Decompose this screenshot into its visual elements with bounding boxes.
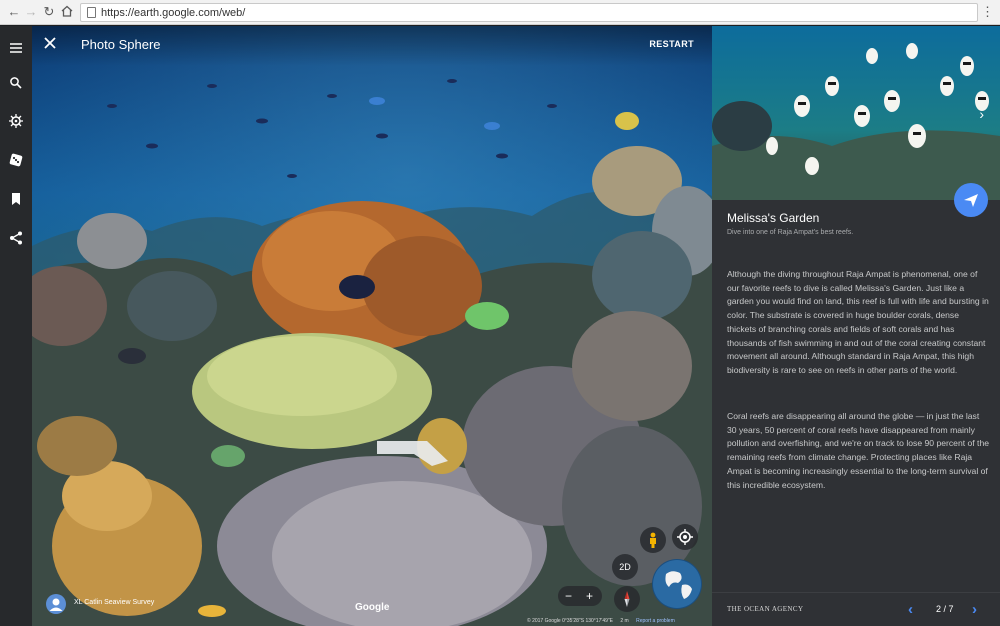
copyright-text: © 2017 Google: [527, 618, 561, 624]
photo-sphere-viewer[interactable]: Photo Sphere RESTART XL Catlin Seaview S…: [32, 26, 712, 626]
zoom-out-button[interactable]: −: [558, 586, 579, 606]
ocean-agency-logo: THE OCEAN AGENCY: [727, 605, 804, 613]
contributor-avatar[interactable]: [46, 594, 66, 614]
reef-panorama: [32, 26, 712, 626]
zoom-control: − +: [558, 586, 602, 606]
page-icon: [87, 7, 96, 18]
story-paragraph: Coral reefs are disappearing all around …: [727, 411, 990, 490]
hamburger-menu-icon[interactable]: [6, 38, 26, 58]
restart-button[interactable]: RESTART: [649, 39, 694, 49]
story-paragraph: Although the diving throughout Raja Ampa…: [727, 269, 989, 375]
story-title: Melissa's Garden: [727, 211, 820, 225]
browser-toolbar: ← → ↻ https://earth.google.com/web/ ⋮: [0, 0, 1000, 25]
scale-text: 2 m: [620, 618, 629, 624]
viewer-title: Photo Sphere: [81, 37, 161, 52]
close-icon[interactable]: [42, 35, 58, 51]
kebab-menu-icon[interactable]: ⋮: [981, 4, 994, 20]
previous-slide-icon[interactable]: ‹: [908, 601, 913, 618]
contributor-name[interactable]: XL Catlin Seaview Survey: [74, 599, 154, 606]
url-text: https://earth.google.com/web/: [101, 7, 246, 19]
page-indicator: 2 / 7: [936, 604, 954, 614]
home-icon[interactable]: [59, 4, 75, 20]
search-icon[interactable]: [6, 73, 26, 93]
compass-icon[interactable]: [614, 586, 640, 612]
forward-icon[interactable]: →: [23, 4, 39, 20]
globe-minimap-icon[interactable]: [652, 559, 702, 609]
share-icon[interactable]: [6, 228, 26, 248]
dice-icon[interactable]: [6, 150, 26, 170]
send-icon[interactable]: [954, 183, 988, 217]
coordinates-text: 0°35'28"S 130°17'49"E: [562, 618, 613, 624]
zoom-in-button[interactable]: +: [579, 586, 600, 606]
pegman-icon[interactable]: [640, 527, 666, 553]
voyager-wheel-icon[interactable]: [6, 111, 26, 131]
next-slide-icon[interactable]: ›: [972, 601, 977, 618]
report-problem-link[interactable]: Report a problem: [636, 618, 675, 624]
back-icon[interactable]: ←: [6, 4, 22, 20]
2d-toggle-button[interactable]: 2D: [612, 554, 638, 580]
bookmark-icon[interactable]: [6, 189, 26, 209]
hero-next-icon[interactable]: ›: [979, 106, 984, 122]
story-footer: THE OCEAN AGENCY ‹ 2 / 7 ›: [712, 592, 1000, 626]
story-hero-image: [712, 26, 1000, 200]
story-panel: › Melissa's Garden Dive into one of Raja…: [712, 26, 1000, 626]
address-bar[interactable]: https://earth.google.com/web/: [80, 3, 978, 22]
story-subtitle: Dive into one of Raja Ampat's best reefs…: [727, 229, 854, 236]
legal-bar: © 2017 Google 0°35'28"S 130°17'49"E 2 m …: [527, 618, 675, 624]
reload-icon[interactable]: ↻: [41, 4, 57, 20]
google-logo: Google: [355, 602, 390, 613]
my-location-icon[interactable]: [672, 524, 698, 550]
left-rail: [0, 26, 32, 626]
